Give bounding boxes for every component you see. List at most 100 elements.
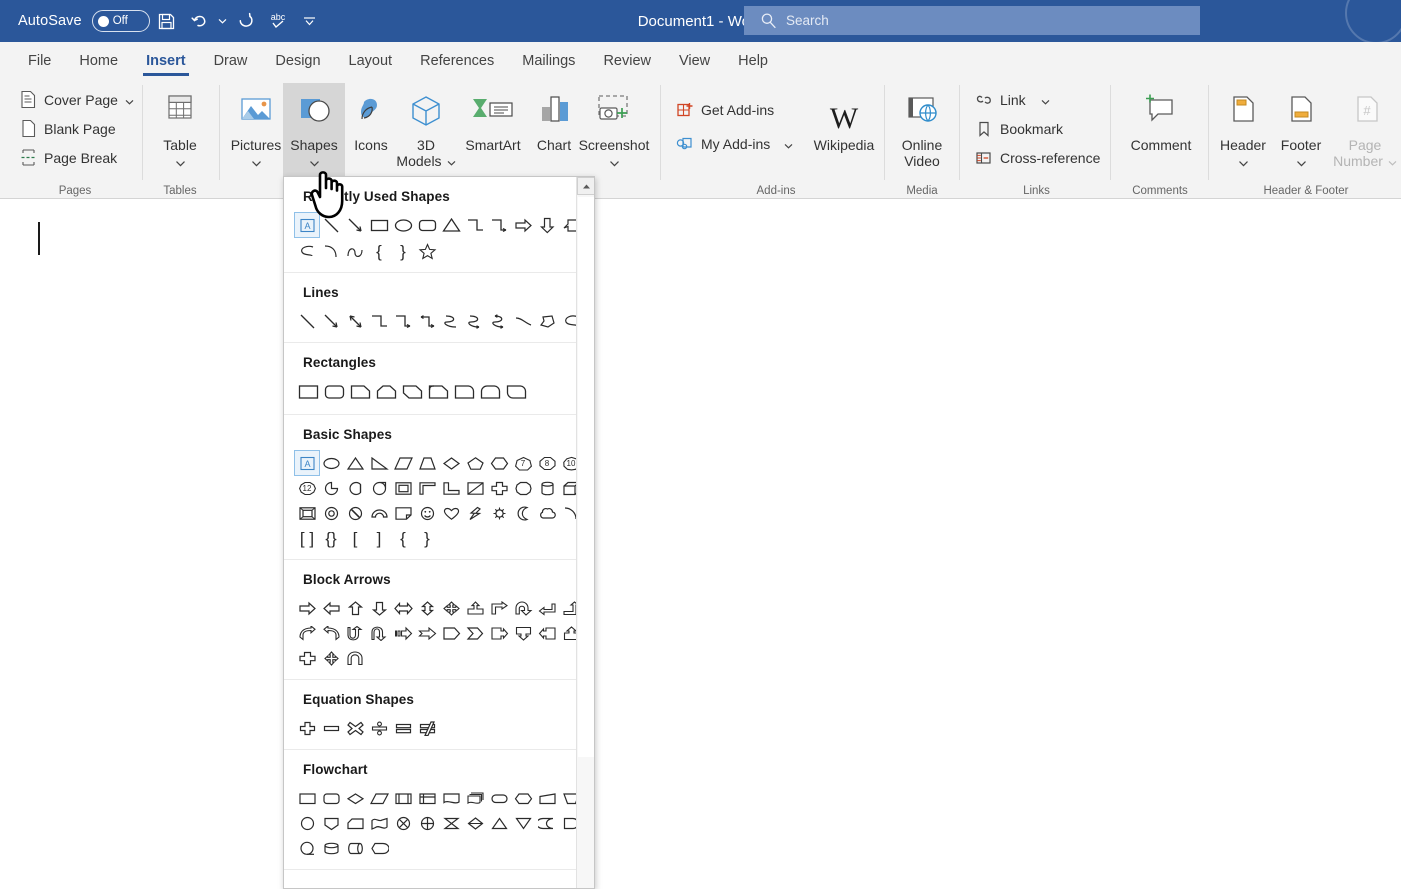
shape-frame[interactable] bbox=[391, 476, 415, 500]
shape-arrow-right[interactable] bbox=[295, 596, 319, 620]
tab-review[interactable]: Review bbox=[589, 44, 665, 77]
shape-rectangle[interactable] bbox=[295, 379, 321, 405]
shape-down-arrow[interactable] bbox=[535, 213, 559, 237]
shape-5-point-star[interactable] bbox=[415, 239, 439, 263]
shape-rectangle[interactable] bbox=[367, 213, 391, 237]
shape-l-shape[interactable] bbox=[439, 476, 463, 500]
shape-curve[interactable] bbox=[511, 309, 535, 333]
page-break-button[interactable]: Page Break bbox=[16, 143, 117, 172]
search-input[interactable] bbox=[786, 13, 1166, 28]
shape-flowchart-sequential-access-storage[interactable] bbox=[295, 836, 319, 860]
table-button[interactable]: Table bbox=[149, 83, 211, 187]
shape-rounded-rectangle[interactable] bbox=[321, 379, 347, 405]
shape-flowchart-off-page-connector[interactable] bbox=[319, 811, 343, 835]
cross-reference-button[interactable]: Cross-reference bbox=[971, 143, 1100, 172]
shape-line-arrow[interactable] bbox=[319, 309, 343, 333]
shape-left-right-arrow[interactable] bbox=[391, 596, 415, 620]
redo-icon[interactable] bbox=[231, 6, 261, 36]
shapes-chevron-down-icon[interactable] bbox=[309, 154, 320, 172]
customize-quick-access-toolbar-icon[interactable] bbox=[295, 6, 325, 36]
shape-snip-diagonal-corner-rectangle[interactable] bbox=[399, 379, 425, 405]
tab-file[interactable]: File bbox=[14, 44, 65, 77]
table-chevron-down-icon[interactable] bbox=[175, 154, 186, 172]
shape-donut[interactable] bbox=[319, 501, 343, 525]
shape-right-brace[interactable]: } bbox=[391, 239, 415, 263]
shape-flowchart-or[interactable] bbox=[415, 811, 439, 835]
shape-pentagon-arrow[interactable] bbox=[439, 621, 463, 645]
shape-flowchart-merge[interactable] bbox=[511, 811, 535, 835]
shape-text-box[interactable]: A bbox=[295, 213, 319, 237]
shape-double-bracket[interactable]: [ ] bbox=[295, 526, 319, 550]
screenshot-chevron-down-icon[interactable] bbox=[609, 154, 620, 172]
shape-half-frame[interactable] bbox=[415, 476, 439, 500]
cover-page-button[interactable]: Cover Page bbox=[16, 85, 134, 114]
shape-wave-line[interactable] bbox=[343, 239, 367, 263]
footer-chevron-down-icon[interactable] bbox=[1296, 154, 1307, 172]
footer-button[interactable]: Footer bbox=[1270, 83, 1332, 187]
shape-division-sign[interactable] bbox=[367, 716, 391, 740]
wikipedia-button[interactable]: W Wikipedia bbox=[802, 83, 886, 187]
shape-elbow-connector[interactable] bbox=[367, 309, 391, 333]
shape-block-arc[interactable] bbox=[367, 501, 391, 525]
page-number-chevron-down-icon[interactable] bbox=[1388, 153, 1397, 169]
shape-curved-right-arrow[interactable] bbox=[295, 621, 319, 645]
shape-right-brace[interactable]: } bbox=[415, 526, 439, 550]
page-number-button[interactable]: # Page Number bbox=[1326, 83, 1401, 187]
tab-view[interactable]: View bbox=[665, 44, 724, 77]
save-icon[interactable] bbox=[152, 6, 182, 36]
shape-flowchart-data[interactable] bbox=[367, 786, 391, 810]
shape-trapezoid[interactable] bbox=[415, 451, 439, 475]
shape-bent-arrow[interactable] bbox=[487, 596, 511, 620]
shape-flowchart-document[interactable] bbox=[439, 786, 463, 810]
shape-cloud[interactable] bbox=[535, 501, 559, 525]
shape-pentagon[interactable] bbox=[463, 451, 487, 475]
shape-curve-arc[interactable] bbox=[319, 239, 343, 263]
shape-arrow-left[interactable] bbox=[319, 596, 343, 620]
spelling-check-icon[interactable]: abc bbox=[263, 6, 293, 36]
shape-down-arrow-callout[interactable] bbox=[511, 621, 535, 645]
shape-flowchart-direct-access-storage[interactable] bbox=[343, 836, 367, 860]
shapes-button[interactable]: Shapes bbox=[283, 83, 345, 187]
shape-sun[interactable] bbox=[487, 501, 511, 525]
shape-elbow-double-arrow-connector[interactable] bbox=[415, 309, 439, 333]
pictures-button[interactable]: Pictures bbox=[225, 83, 287, 187]
tab-draw[interactable]: Draw bbox=[200, 44, 262, 77]
shape-minus-sign[interactable] bbox=[319, 716, 343, 740]
shape-flowchart-terminator[interactable] bbox=[487, 786, 511, 810]
shape-elbow-arrow-connector[interactable] bbox=[391, 309, 415, 333]
shape-dodecagon[interactable]: 12 bbox=[295, 476, 319, 500]
shape-text-box[interactable]: A bbox=[295, 451, 319, 475]
shape-snip-same-side-corner-rectangle[interactable] bbox=[373, 379, 399, 405]
shape-curved-connector[interactable] bbox=[439, 309, 463, 333]
shape-diamond[interactable] bbox=[439, 451, 463, 475]
comment-button[interactable]: Comment bbox=[1126, 83, 1196, 187]
scrollbar-thumb[interactable] bbox=[578, 197, 594, 757]
shape-flowchart-punched-tape[interactable] bbox=[367, 811, 391, 835]
tab-layout[interactable]: Layout bbox=[335, 44, 407, 77]
tab-help[interactable]: Help bbox=[724, 44, 782, 77]
shape-equal-sign[interactable] bbox=[391, 716, 415, 740]
link-button[interactable]: Link bbox=[971, 85, 1050, 114]
shape-left-bracket[interactable]: [ bbox=[343, 526, 367, 550]
undo-dropdown-chevron-icon[interactable] bbox=[216, 6, 229, 36]
shape-left-right-arrow-callout[interactable] bbox=[319, 646, 343, 670]
shape-striped-right-arrow[interactable] bbox=[391, 621, 415, 645]
shape-oval[interactable] bbox=[391, 213, 415, 237]
get-addins-button[interactable]: Get Add-ins bbox=[672, 95, 774, 124]
shape-round-same-side-corner-rectangle[interactable] bbox=[477, 379, 503, 405]
shape-flowchart-predefined-process[interactable] bbox=[391, 786, 415, 810]
shape-curved-arrow-connector[interactable] bbox=[463, 309, 487, 333]
shape-line[interactable] bbox=[319, 213, 343, 237]
shape-chord[interactable] bbox=[343, 476, 367, 500]
document-canvas[interactable] bbox=[0, 199, 1401, 889]
shape-right-triangle[interactable] bbox=[367, 451, 391, 475]
shape-curved-up-arrow[interactable] bbox=[343, 621, 367, 645]
shape-pie[interactable] bbox=[319, 476, 343, 500]
shape-flowchart-preparation[interactable] bbox=[511, 786, 535, 810]
my-addins-chevron-down-icon[interactable] bbox=[784, 136, 793, 152]
shape-folded-corner[interactable] bbox=[391, 501, 415, 525]
shape-smiley-face[interactable] bbox=[415, 501, 439, 525]
shape-diagonal-stripe[interactable] bbox=[463, 476, 487, 500]
shape-lightning-bolt[interactable] bbox=[463, 501, 487, 525]
bookmark-button[interactable]: Bookmark bbox=[971, 114, 1063, 143]
